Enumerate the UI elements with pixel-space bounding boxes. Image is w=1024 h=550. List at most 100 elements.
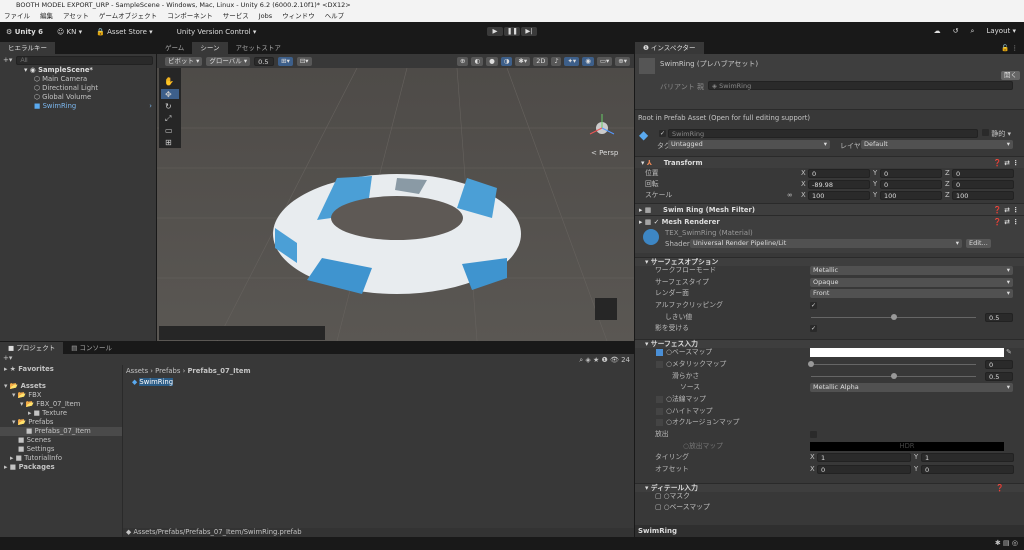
breadcrumb-current[interactable]: Prefabs_07_Item bbox=[187, 367, 250, 375]
overlay-toggle[interactable] bbox=[595, 298, 617, 320]
tiling-y[interactable]: 1 bbox=[921, 453, 1014, 463]
tag-dropdown[interactable]: Untagged ▾ bbox=[668, 140, 830, 149]
lock-icon[interactable]: 🔓 ⋮ bbox=[1001, 42, 1024, 54]
layout-dropdown[interactable]: Layout ▾ bbox=[986, 27, 1016, 36]
detail-mask[interactable]: ▢ ○マスク bbox=[635, 492, 1024, 503]
base-color-swatch[interactable] bbox=[810, 348, 1004, 358]
surface-type-dropdown[interactable]: Opaque ▾ bbox=[810, 277, 1013, 287]
breadcrumb-assets[interactable]: Assets bbox=[126, 367, 148, 375]
tab-scene[interactable]: シーン bbox=[192, 42, 228, 54]
y-field[interactable]: 100 bbox=[880, 191, 942, 200]
menu-help[interactable]: ヘルプ bbox=[325, 11, 345, 22]
tiling-x[interactable]: 1 bbox=[817, 453, 911, 463]
search-icon[interactable]: ⌕ bbox=[971, 27, 975, 36]
lighting-icon[interactable]: ◐ bbox=[471, 56, 484, 66]
camera-icon[interactable]: ▭▾ bbox=[596, 56, 613, 66]
tree-item[interactable]: ▾ 📂 Assets bbox=[0, 382, 122, 391]
grid-snap-button[interactable]: ⊞▾ bbox=[278, 56, 293, 66]
tree-item[interactable]: ▾ 📂 Prefabs bbox=[0, 418, 122, 427]
source-dropdown[interactable]: Metallic Alpha ▾ bbox=[810, 383, 1013, 393]
occlusion-map-texture-slot[interactable] bbox=[656, 419, 663, 427]
snap-field[interactable]: 0.5 bbox=[254, 56, 275, 66]
tree-item[interactable]: ▸ ■ TutorialInfo bbox=[0, 454, 122, 463]
metallic-map-texture-slot[interactable] bbox=[656, 360, 663, 368]
transform-header[interactable]: ▾ ⅄ Transform ❓ ⇄ ⋮ bbox=[635, 156, 1024, 168]
gizmo-icon[interactable]: ✱▾ bbox=[515, 56, 531, 66]
emission-color-swatch[interactable]: HDR bbox=[810, 441, 1004, 451]
list-item[interactable]: ⬡ Main Camera bbox=[0, 75, 156, 84]
menu-assets[interactable]: アセット bbox=[63, 11, 89, 22]
metallic-handle[interactable] bbox=[808, 360, 814, 367]
z-field[interactable]: 0 bbox=[952, 169, 1014, 178]
cloud-icon[interactable]: ☁ bbox=[934, 27, 941, 36]
x-field[interactable]: 0 bbox=[808, 169, 870, 178]
z-field[interactable]: 100 bbox=[952, 191, 1014, 200]
step-button[interactable]: ▶| bbox=[521, 27, 537, 36]
alpha-clip-checkbox[interactable]: ✓ bbox=[810, 302, 817, 310]
history-icon[interactable]: ↺ bbox=[953, 27, 959, 36]
edit-shader-button[interactable]: Edit... bbox=[966, 239, 991, 248]
version-control-button[interactable]: Unity Version Control ▾ bbox=[177, 28, 257, 36]
account-button[interactable]: ☺ KN ▾ bbox=[57, 28, 82, 36]
unlit-icon[interactable]: ◑ bbox=[500, 56, 513, 66]
metallic-field[interactable]: 0 bbox=[985, 359, 1013, 369]
link-icon[interactable]: ∞ bbox=[787, 191, 793, 200]
tree-item[interactable]: ▾ 📂 FBX bbox=[0, 391, 122, 400]
global-dropdown[interactable]: グローバル ▾ bbox=[206, 56, 251, 66]
y-field[interactable]: 0 bbox=[880, 180, 942, 189]
preview-bar[interactable]: SwimRing bbox=[635, 525, 1024, 537]
normal-map-texture-slot[interactable] bbox=[656, 395, 663, 403]
visibility-icon[interactable]: ◉ bbox=[582, 56, 594, 66]
tree-item[interactable]: ■ Settings bbox=[0, 445, 122, 454]
active-checkbox[interactable]: ✓ bbox=[659, 130, 666, 137]
project-search-bar[interactable]: ⌕ ◈ ★ ❶ 👁 24 bbox=[125, 356, 634, 365]
tab-console[interactable]: ▤ コンソール bbox=[63, 342, 120, 354]
tree-item[interactable]: ▸ ■ Packages bbox=[0, 463, 122, 472]
tab-project[interactable]: ■ プロジェクト bbox=[0, 342, 64, 354]
unity-button[interactable]: ⚙ Unity 6 bbox=[6, 28, 43, 36]
play-button[interactable]: ▶ bbox=[487, 27, 503, 36]
variant-field[interactable]: ◈ SwimRing bbox=[708, 81, 1013, 90]
eyedropper-icon[interactable]: ✎ bbox=[1006, 348, 1012, 357]
detail-inputs-header[interactable]: ▾ ディテール入力 ❓ bbox=[635, 482, 1024, 492]
render-face-dropdown[interactable]: Front ▾ bbox=[810, 289, 1013, 299]
offset-y[interactable]: 0 bbox=[921, 465, 1014, 474]
workflow-dropdown[interactable]: Metallic ▾ bbox=[810, 266, 1013, 275]
audio-icon[interactable]: ♪ bbox=[551, 56, 562, 66]
swim-ring-model[interactable] bbox=[273, 174, 521, 294]
menu-gameobject[interactable]: ゲームオブジェクト bbox=[99, 11, 157, 22]
menu-jobs[interactable]: Jobs bbox=[259, 11, 272, 22]
smoothness-field[interactable]: 0.5 bbox=[985, 371, 1013, 381]
tab-game[interactable]: ゲーム bbox=[157, 42, 192, 54]
breadcrumb-prefabs[interactable]: Prefabs bbox=[155, 367, 180, 375]
asset-store-button[interactable]: 🔒 Asset Store ▾ bbox=[96, 28, 153, 36]
gizmos-icon[interactable]: ⊕▾ bbox=[615, 56, 630, 66]
list-item[interactable]: ⬡ Directional Light bbox=[0, 84, 156, 93]
menu-services[interactable]: サービス bbox=[223, 11, 249, 22]
scene-viewport[interactable]: < Persp ✋ ✥ ↻ ⤢ ▭ ⊞ bbox=[157, 68, 634, 341]
menu-file[interactable]: ファイル bbox=[4, 11, 30, 22]
pivot-dropdown[interactable]: ピボット ▾ bbox=[165, 56, 203, 66]
y-field[interactable]: 0 bbox=[880, 169, 942, 178]
scene-root[interactable]: ▾ ◉ SampleScene* bbox=[0, 66, 156, 75]
tree-item[interactable]: ▾ 📂 FBX_07_Item bbox=[0, 400, 122, 409]
receive-shadows-checkbox[interactable]: ✓ bbox=[810, 325, 817, 333]
x-field[interactable]: 100 bbox=[808, 191, 870, 200]
tree-item[interactable]: ▸ ■ Texture bbox=[0, 409, 122, 418]
static-toggle[interactable]: 静的 ▾ bbox=[982, 129, 1011, 139]
menu-edit[interactable]: 編集 bbox=[40, 11, 53, 22]
smoothness-handle[interactable] bbox=[890, 372, 897, 379]
menu-component[interactable]: コンポーネント bbox=[167, 11, 213, 22]
file-swimring[interactable]: ◆ SwimRing bbox=[132, 378, 174, 387]
surface-options-header[interactable]: ▾ サーフェスオプション bbox=[635, 257, 1024, 266]
name-field[interactable]: SwimRing bbox=[668, 129, 978, 138]
draw-mode-icon[interactable]: ⊕ bbox=[457, 56, 469, 66]
threshold-handle[interactable] bbox=[890, 313, 897, 320]
emission-checkbox[interactable] bbox=[810, 430, 817, 438]
effects-icon[interactable]: ✦▾ bbox=[564, 56, 580, 66]
2d-icon[interactable]: 2D bbox=[533, 56, 549, 66]
mesh-filter-header[interactable]: ▸ ▦ Swim Ring (Mesh Filter) ❓ ⇄ ⋮ bbox=[635, 203, 1024, 215]
shaded-icon[interactable]: ● bbox=[486, 56, 498, 66]
z-field[interactable]: 0 bbox=[952, 180, 1014, 189]
shader-dropdown[interactable]: Universal Render Pipeline/Lit ▾ bbox=[690, 239, 962, 248]
